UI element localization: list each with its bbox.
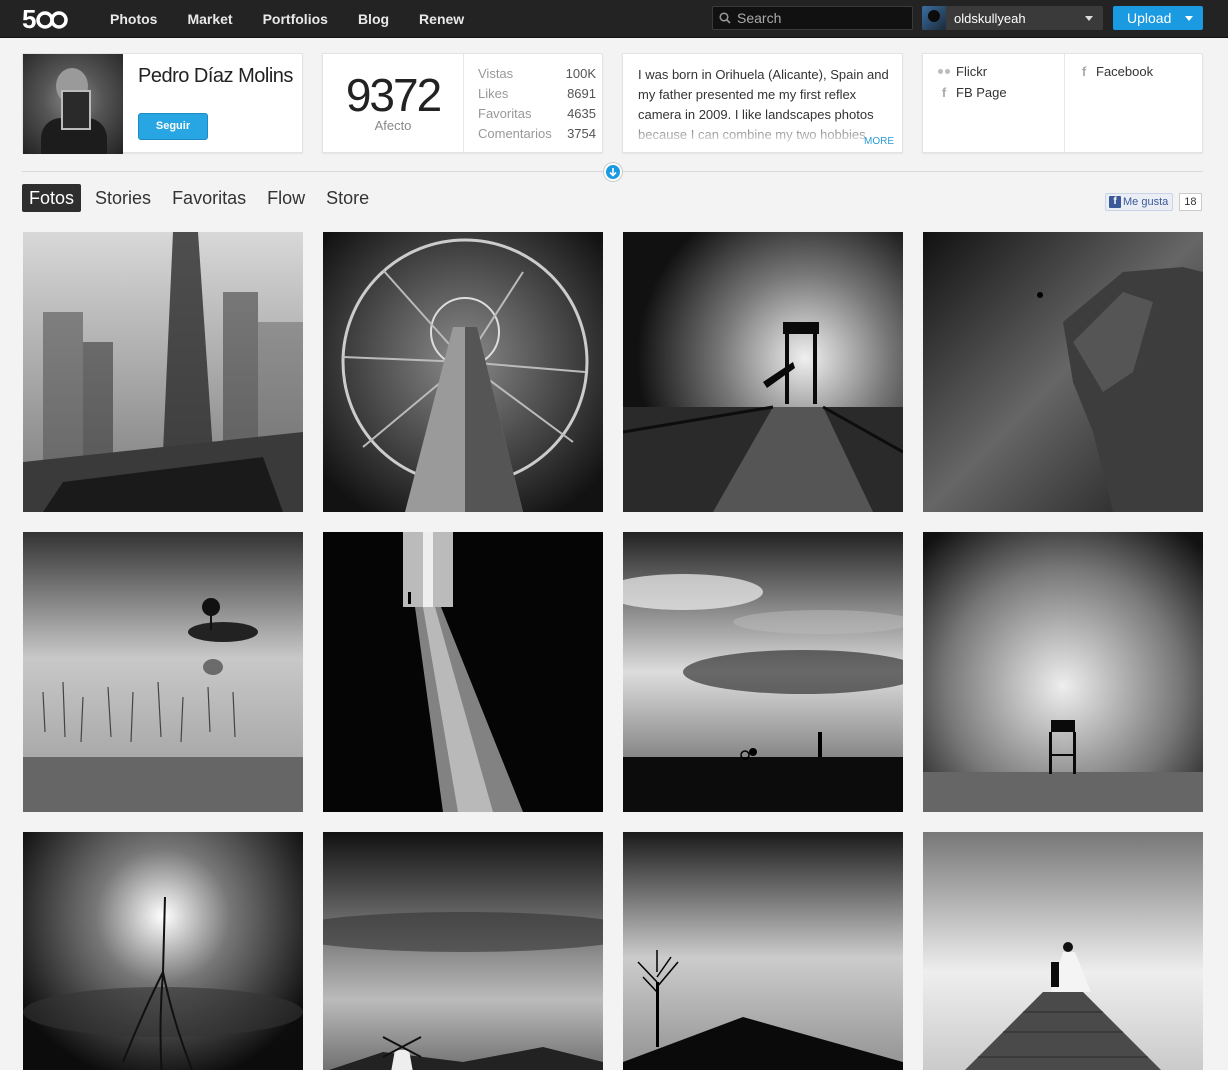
- stats-list: Vistas 100K Likes 8691 Favoritas 4635 Comen…: [478, 66, 596, 146]
- arrow-down-icon: [609, 168, 617, 177]
- profile-card: Pedro Díaz Molins Seguir: [22, 53, 303, 154]
- photo-skyscrapers[interactable]: [23, 232, 303, 512]
- tab-stories[interactable]: Stories: [88, 184, 158, 212]
- stat-row-comments: Comentarios 3754: [478, 126, 596, 141]
- bio-card: I was born in Orihuela (Alicante), Spain…: [622, 53, 903, 153]
- facebook-icon: f: [941, 84, 947, 100]
- photo-island-tree[interactable]: [23, 532, 303, 812]
- fb-page-link[interactable]: f FB Page: [938, 85, 1007, 100]
- tab-store[interactable]: Store: [319, 184, 376, 212]
- profile-photo[interactable]: [23, 54, 123, 154]
- photo-tree-reflection[interactable]: [23, 832, 303, 1070]
- search-input[interactable]: [737, 10, 907, 26]
- photo-lone-tree[interactable]: [623, 832, 903, 1070]
- top-bar: 5 Photos Market Portfolios Blog Renew ol…: [0, 0, 1228, 38]
- svg-text:5: 5: [22, 4, 36, 34]
- chevron-down-icon: [1085, 15, 1093, 21]
- user-menu[interactable]: oldskullyeah: [922, 6, 1103, 30]
- photo-lifeguard-chair[interactable]: [923, 532, 1203, 812]
- search-icon: [719, 12, 731, 24]
- facebook-link[interactable]: f Facebook: [1078, 64, 1153, 79]
- facebook-like-button[interactable]: f Me gusta: [1105, 192, 1174, 211]
- tab-favoritas[interactable]: Favoritas: [165, 184, 253, 212]
- photo-cloudy-cyclist[interactable]: [623, 532, 903, 812]
- stat-row-likes: Likes 8691: [478, 86, 596, 101]
- photo-grid: [23, 232, 1203, 1070]
- facebook-icon: f: [1081, 63, 1087, 79]
- flickr-link[interactable]: Flickr: [938, 64, 987, 79]
- stat-row-favorites: Favoritas 4635: [478, 106, 596, 121]
- search-box[interactable]: [712, 6, 913, 30]
- photo-light-beam[interactable]: [323, 532, 603, 812]
- like-count: 18: [1179, 192, 1202, 211]
- tab-flow[interactable]: Flow: [260, 184, 312, 212]
- photo-windmill[interactable]: [323, 832, 603, 1070]
- nav-renew[interactable]: Renew: [404, 0, 479, 38]
- upload-label: Upload: [1127, 10, 1172, 26]
- more-link[interactable]: MORE: [864, 136, 894, 147]
- stats-card: 9372 Afecto Vistas 100K Likes 8691 Favorit…: [322, 53, 603, 154]
- tab-fotos[interactable]: Fotos: [22, 184, 82, 212]
- user-avatar: [922, 6, 946, 30]
- chevron-down-icon[interactable]: [1185, 15, 1194, 21]
- nav-portfolios[interactable]: Portfolios: [248, 0, 343, 38]
- affect-label: Afecto: [374, 118, 412, 133]
- profile-tabs: Fotos Stories Favoritas Flow Store: [22, 184, 383, 212]
- username: oldskullyeah: [954, 10, 1026, 26]
- photo-cliff-climber[interactable]: [923, 232, 1203, 512]
- facebook-like-widget: f Me gusta 18: [1105, 192, 1202, 211]
- affect-value: 9372: [345, 69, 442, 121]
- profile-name: Pedro Díaz Molins: [138, 65, 293, 87]
- photo-lifeguard-tower-path[interactable]: [623, 232, 903, 512]
- upload-button[interactable]: Upload: [1113, 6, 1203, 30]
- links-card: Flickr f FB Page f Facebook: [922, 53, 1203, 154]
- expand-profile-button[interactable]: [604, 163, 622, 181]
- facebook-icon: f: [1109, 195, 1121, 208]
- flickr-icon: [938, 69, 950, 74]
- 500px-logo-icon: 5: [22, 4, 68, 34]
- photo-pier-couple[interactable]: [923, 832, 1203, 1070]
- nav-market[interactable]: Market: [172, 0, 247, 38]
- photo-wheel-tower[interactable]: [323, 232, 603, 512]
- logo[interactable]: 5: [22, 4, 72, 34]
- stat-row-views: Vistas 100K: [478, 66, 596, 81]
- main-nav: Photos Market Portfolios Blog Renew: [95, 0, 479, 38]
- nav-blog[interactable]: Blog: [343, 0, 404, 38]
- follow-button[interactable]: Seguir: [138, 113, 208, 140]
- nav-photos[interactable]: Photos: [95, 0, 172, 38]
